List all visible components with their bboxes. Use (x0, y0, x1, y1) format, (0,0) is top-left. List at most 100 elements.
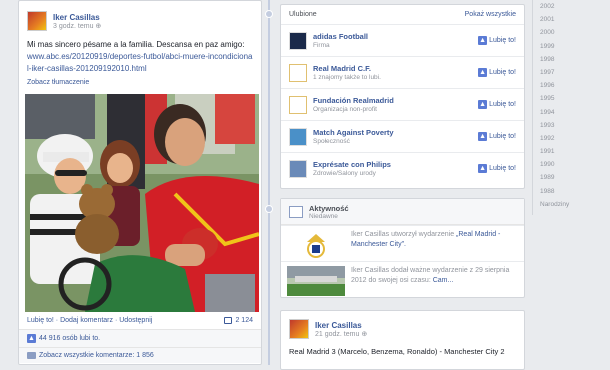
thumbs-up-icon: ▲ (478, 132, 488, 141)
activity-card: Aktywność Niedawne Iker Casillas utworzy… (280, 198, 525, 298)
post-author[interactable]: Iker Casillas (315, 321, 367, 330)
post-card: Iker Casillas 21 godz. temu ⊕ Real Madri… (280, 310, 525, 370)
timeline-dot (265, 205, 273, 213)
year-link[interactable]: 1998 (533, 53, 610, 66)
thumbs-up-icon: ▲ (478, 68, 488, 77)
year-link[interactable]: 1999 (533, 40, 610, 53)
activity-item[interactable]: Iker Casillas dodał ważne wydarzenie z 2… (281, 261, 524, 297)
post-text: Mi mas sincero pésame a la familia. Desc… (19, 35, 261, 75)
thumbs-up-icon: ▲ (478, 36, 488, 45)
realmadrid-crest-icon[interactable] (289, 63, 307, 82)
favorite-name[interactable]: adidas Football (313, 32, 478, 41)
post-time[interactable]: 3 godz. temu (53, 23, 93, 30)
activity-subtitle: Niedawne (309, 212, 338, 220)
post-link[interactable]: www.abc.es/20120919/deportes-futbol/abci… (27, 52, 252, 73)
activity-link[interactable]: Cam... (433, 277, 454, 284)
globe-icon: ⊕ (361, 330, 368, 338)
match-poverty-logo-icon[interactable] (289, 127, 307, 146)
year-link[interactable]: 2002 (533, 0, 610, 13)
likes-summary[interactable]: ▲ 44 916 osób lubi to. (19, 330, 261, 348)
fundacion-crest-icon[interactable] (289, 95, 307, 114)
year-link[interactable]: 1991 (533, 145, 610, 158)
favorites-title: Ulubione (289, 11, 317, 18)
timeline-spine (268, 0, 270, 365)
timeline-dot (265, 10, 273, 18)
comment-link[interactable]: Dodaj komentarz (60, 317, 113, 324)
post-time[interactable]: 21 godz. temu (315, 331, 359, 338)
post-actions: Lubię to! · Dodaj komentarz · Udostępnij… (19, 312, 261, 330)
post-header: Iker Casillas 21 godz. temu ⊕ (281, 311, 524, 343)
likes-text[interactable]: 44 916 osób lubi to. (39, 335, 100, 342)
activity-item[interactable]: Iker Casillas utworzył wydarzenie „Real … (281, 225, 524, 261)
post-card: Iker Casillas 3 godz. temu ⊕ Mi mas sinc… (18, 0, 262, 365)
share-link[interactable]: Udostępnij (119, 317, 152, 324)
favorites-card: Ulubione Pokaż wszystkie adidas Football… (280, 4, 525, 189)
like-button[interactable]: ▲ Lubię to! (478, 132, 516, 141)
year-link-birth[interactable]: Narodziny (533, 198, 610, 211)
post-photo[interactable] (25, 94, 259, 312)
favorite-category: 1 znajomy także to lubi. (313, 74, 381, 81)
view-comments-link[interactable]: Zobacz wszystkie komentarze: 1 856 (39, 352, 154, 359)
like-link[interactable]: Lubię to! (27, 317, 54, 324)
translate-link[interactable]: Zobacz tłumaczenie (19, 75, 261, 90)
year-link[interactable]: 1990 (533, 158, 610, 171)
share-icon (224, 317, 233, 324)
timeline-year-nav: 2002 2001 2000 1999 1998 1997 1996 1995 … (532, 0, 610, 215)
thumbs-up-icon: ▲ (478, 164, 488, 173)
philips-logo-icon[interactable] (289, 159, 307, 178)
favorite-category: Firma (313, 42, 330, 49)
like-button[interactable]: ▲ Lubię to! (478, 36, 516, 45)
like-label: Lubię to! (489, 165, 516, 172)
like-label: Lubię to! (489, 101, 516, 108)
year-link[interactable]: 1992 (533, 132, 610, 145)
year-link[interactable]: 1997 (533, 66, 610, 79)
comment-icon (27, 352, 36, 359)
post-message: Real Madrid 3 (Marcelo, Benzema, Ronaldo… (289, 347, 505, 356)
comments-summary[interactable]: Zobacz wszystkie komentarze: 1 856 (19, 348, 261, 363)
post-message: Mi mas sincero pésame a la familia. Desc… (27, 40, 245, 49)
like-label: Lubię to! (489, 133, 516, 140)
globe-icon: ⊕ (95, 22, 102, 30)
stadium-photo (287, 266, 345, 296)
activity-text: Iker Casillas utworzył wydarzenie (351, 231, 457, 238)
activity-icon (289, 205, 303, 218)
year-link[interactable]: 1996 (533, 79, 610, 92)
favorite-item-matchagainstpoverty: Match Against Poverty Społeczność ▲ Lubię … (281, 120, 524, 152)
realmadrid-crest-icon (287, 230, 345, 260)
photo-illustration (25, 94, 259, 312)
favorite-item-adidas: adidas Football Firma ▲ Lubię to! (281, 24, 524, 56)
post-header: Iker Casillas 3 godz. temu ⊕ (19, 1, 261, 35)
favorite-item-fundacion: Fundación Realmadrid Organizacja non-prof… (281, 88, 524, 120)
year-link[interactable]: 1993 (533, 119, 610, 132)
year-link[interactable]: 1994 (533, 106, 610, 119)
year-link[interactable]: 1988 (533, 185, 610, 198)
like-label: Lubię to! (489, 69, 516, 76)
activity-header: Aktywność Niedawne (281, 199, 524, 225)
avatar[interactable] (289, 319, 309, 339)
year-link[interactable]: 2001 (533, 13, 610, 26)
favorite-category: Zdrowie/Salony urody (313, 170, 376, 177)
favorite-name[interactable]: Real Madrid C.F. (313, 64, 478, 73)
year-link[interactable]: 1995 (533, 92, 610, 105)
favorite-name[interactable]: Fundación Realmadrid (313, 96, 478, 105)
year-link[interactable]: 2000 (533, 26, 610, 39)
favorite-name[interactable]: Match Against Poverty (313, 128, 478, 137)
activity-text: Iker Casillas dodał ważne wydarzenie z 2… (351, 267, 510, 284)
show-all-link[interactable]: Pokaż wszystkie (465, 11, 516, 18)
like-button[interactable]: ▲ Lubię to! (478, 164, 516, 173)
favorite-category: Organizacja non-profit (313, 106, 377, 113)
like-label: Lubię to! (489, 37, 516, 44)
adidas-logo-icon[interactable] (289, 31, 307, 50)
thumbs-up-icon: ▲ (27, 334, 36, 343)
year-link[interactable]: 1989 (533, 171, 610, 184)
like-button[interactable]: ▲ Lubię to! (478, 100, 516, 109)
like-button[interactable]: ▲ Lubię to! (478, 68, 516, 77)
favorite-category: Społeczność (313, 138, 350, 145)
avatar[interactable] (27, 11, 47, 31)
thumbs-up-icon: ▲ (478, 100, 488, 109)
post-author[interactable]: Iker Casillas (53, 13, 101, 22)
favorite-name[interactable]: Exprésate con Philips (313, 160, 478, 169)
favorite-item-realmadrid: Real Madrid C.F. 1 znajomy także to lubi.… (281, 56, 524, 88)
share-count[interactable]: 2 124 (235, 317, 253, 324)
activity-title[interactable]: Aktywność (309, 204, 349, 213)
